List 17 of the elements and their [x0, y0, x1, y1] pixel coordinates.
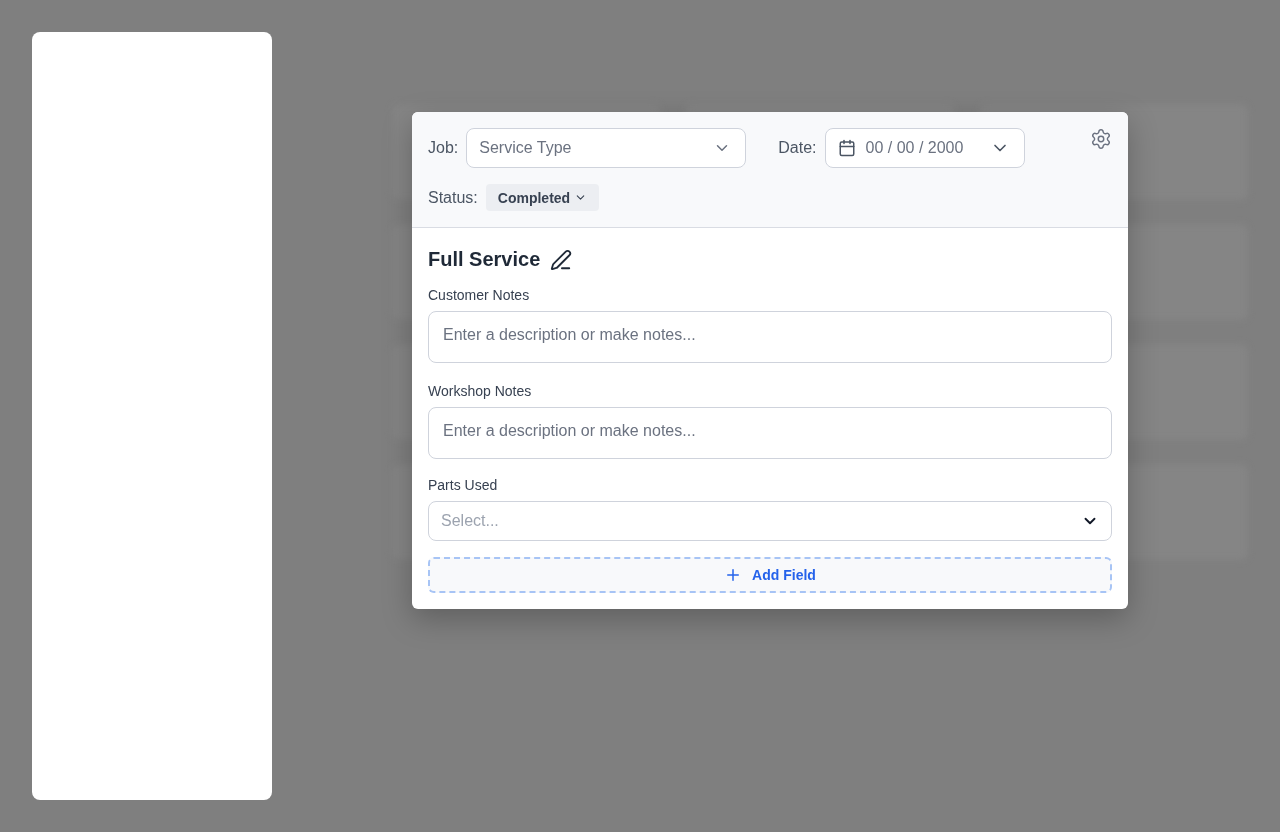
pen-icon[interactable]: [550, 248, 573, 271]
field-label: Customer Notes: [428, 287, 531, 303]
add-field-button[interactable]: Add Field: [428, 557, 1112, 593]
date-picker[interactable]: 00 / 00 / 2000: [824, 128, 1025, 168]
status-dropdown[interactable]: Completed: [485, 184, 600, 211]
notes-field[interactable]: Enter a description or make notes...: [428, 407, 1112, 459]
field-label: Workshop Notes: [428, 383, 533, 399]
calendar-icon: [837, 139, 856, 157]
status-label: Status:: [428, 188, 478, 207]
job-select[interactable]: Service Type: [466, 128, 747, 168]
notes-field[interactable]: Enter a description or make notes...: [428, 311, 1112, 363]
settings-icon[interactable]: [1090, 128, 1112, 150]
parts-select[interactable]: Select...: [428, 501, 1112, 541]
service-title: Full Service: [428, 248, 541, 271]
field-label: Parts Used: [428, 477, 499, 493]
job-label: Job:: [428, 139, 459, 157]
date-label: Date:: [778, 139, 817, 157]
